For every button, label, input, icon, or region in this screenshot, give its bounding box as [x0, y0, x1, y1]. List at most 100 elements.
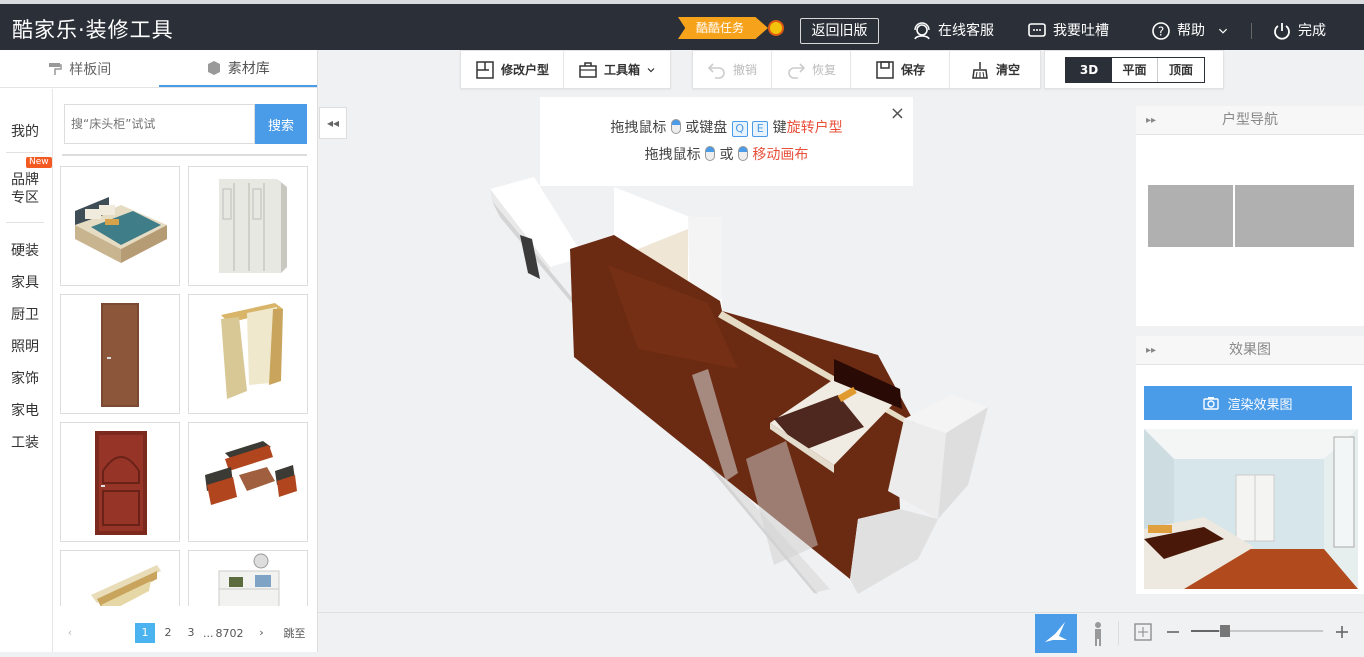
page-1[interactable]: 1: [135, 623, 155, 643]
view-ceiling-button[interactable]: 顶面: [1158, 58, 1204, 82]
edit-layout-label: 修改户型: [501, 63, 550, 77]
wall: [850, 509, 938, 594]
broom-icon: [972, 61, 988, 79]
mouse-right-icon: [705, 146, 716, 161]
category-appliances[interactable]: 家电: [11, 400, 39, 420]
roam-mode-button[interactable]: [1035, 614, 1077, 653]
render-button-label: 渲染效果图: [1227, 397, 1293, 413]
app-logo: 酷家乐·装修工具: [12, 18, 174, 42]
task-badge[interactable]: 酷酷任务: [678, 17, 784, 39]
person-icon: [1095, 622, 1101, 646]
hint-line-move: 拖拽鼠标 或 移动画布: [540, 144, 913, 164]
back-old-version-button[interactable]: 返回旧版: [800, 18, 879, 44]
toolbar-history-group: 撤销 恢复 保存 清空: [692, 50, 1042, 89]
cube-icon: [207, 60, 220, 75]
redo-label: 恢复: [812, 63, 837, 77]
material-item-curtain[interactable]: [188, 294, 308, 414]
floorplan-nav-panel: ▸▸ 户型导航: [1136, 106, 1364, 326]
feedback-button[interactable]: 我要吐槽: [1027, 19, 1109, 43]
view-3d-button[interactable]: 3D: [1066, 57, 1112, 82]
power-icon: [1274, 23, 1290, 40]
view-plan-button[interactable]: 平面: [1112, 57, 1158, 82]
category-hardware[interactable]: 硬装: [11, 240, 39, 260]
toolbox-button[interactable]: 工具箱: [564, 50, 670, 89]
hint-text: 或: [719, 147, 734, 163]
zoom-out-icon[interactable]: [1166, 622, 1180, 642]
toolbox-icon: [579, 61, 597, 78]
material-item-valance[interactable]: [60, 550, 180, 606]
category-kitchen-bath[interactable]: 厨卫: [11, 304, 39, 324]
panel-tabs: 样板间 素材库: [0, 50, 317, 88]
nav-room-block[interactable]: [1235, 185, 1354, 247]
jump-to-page[interactable]: 跳至: [284, 625, 306, 641]
nav-title: 户型导航: [1222, 112, 1278, 128]
walk-mode-button[interactable]: [1077, 614, 1119, 653]
category-lighting[interactable]: 照明: [11, 336, 39, 356]
zoom-slider-handle[interactable]: [1220, 625, 1230, 637]
page-3[interactable]: 3: [181, 623, 201, 643]
render-preview[interactable]: [1144, 429, 1358, 589]
category-decor[interactable]: 家饰: [11, 368, 39, 388]
done-label: 完成: [1298, 23, 1326, 39]
mouse-wheel-icon: [737, 146, 748, 161]
door-thumbnail: [95, 431, 147, 535]
category-commercial[interactable]: 工装: [11, 432, 39, 452]
redo-button[interactable]: 恢复: [772, 50, 852, 89]
done-button[interactable]: 完成: [1272, 19, 1326, 43]
nav-room-block[interactable]: [1148, 185, 1233, 247]
tab-material-library[interactable]: 素材库: [158, 50, 317, 87]
clear-button[interactable]: 清空: [950, 50, 1040, 89]
chat-bubble-icon: [1028, 23, 1046, 37]
mouse-left-icon: [670, 119, 681, 134]
undo-button[interactable]: 撤销: [693, 50, 773, 89]
close-icon[interactable]: ×: [890, 103, 905, 124]
category-brand[interactable]: 品牌专区: [11, 171, 41, 207]
floorplan-icon: [476, 60, 494, 79]
edit-layout-button[interactable]: 修改户型: [461, 50, 565, 89]
page-2[interactable]: 2: [158, 623, 178, 643]
page-last[interactable]: 8702: [216, 627, 244, 640]
door-thumbnail: [101, 303, 139, 407]
zoom-slider-fill: [1191, 630, 1219, 632]
fit-view-icon[interactable]: [1133, 622, 1153, 642]
prev-page-button[interactable]: ‹: [60, 623, 80, 643]
undo-label: 撤销: [733, 63, 758, 77]
online-service-label: 在线客服: [938, 23, 994, 39]
task-badge-label: 酷酷任务: [678, 17, 768, 39]
search-input[interactable]: [64, 104, 255, 144]
render-button[interactable]: 渲染效果图: [1144, 386, 1352, 420]
category-list: 我的 品牌专区 New 硬装 家具 厨卫 照明 家饰 家电 工装: [0, 89, 53, 652]
material-item-bed[interactable]: [60, 166, 180, 286]
hint-text: 拖拽鼠标: [644, 147, 701, 163]
tab-sample-room-label: 样板间: [69, 61, 112, 78]
double-chevron-right-icon[interactable]: ▸▸: [1146, 106, 1156, 135]
camera-icon: [1203, 397, 1220, 410]
help-menu[interactable]: ? 帮助: [1151, 19, 1229, 43]
toolbox-label: 工具箱: [604, 63, 641, 77]
zoom-in-icon[interactable]: [1335, 622, 1349, 642]
material-item-sofa-set[interactable]: [188, 422, 308, 542]
curtain-thumbnail: [221, 303, 283, 399]
category-divider: [6, 152, 44, 153]
tab-sample-room[interactable]: 样板间: [0, 50, 159, 87]
pagination: ‹ 1 2 3 ... 8702 › 跳至: [60, 622, 308, 644]
headset-icon: [914, 22, 930, 40]
save-button[interactable]: 保存: [851, 50, 951, 89]
hint-highlight: 旋转户型: [786, 120, 843, 136]
online-service-button[interactable]: 在线客服: [912, 19, 994, 43]
double-chevron-right-icon[interactable]: ▸▸: [1146, 336, 1156, 365]
redo-icon: [788, 62, 806, 79]
search-button[interactable]: 搜索: [255, 104, 307, 144]
pager-ellipsis: ...: [203, 626, 214, 640]
material-item-wardrobe[interactable]: [188, 166, 308, 286]
material-panel: 样板间 素材库 我的 品牌专区 New 硬装 家具 厨卫 照明 家饰 家电 工装…: [0, 50, 318, 652]
material-item-red-door[interactable]: [60, 422, 180, 542]
next-page-button[interactable]: ›: [252, 623, 272, 643]
category-mine[interactable]: 我的: [11, 121, 39, 141]
panel-header: ▸▸ 效果图: [1136, 336, 1364, 365]
material-item-wood-door[interactable]: [60, 294, 180, 414]
material-item-shelf[interactable]: [188, 550, 308, 606]
shelf-thumbnail: [218, 553, 280, 606]
new-badge: New: [26, 157, 52, 168]
category-furniture[interactable]: 家具: [11, 272, 39, 292]
